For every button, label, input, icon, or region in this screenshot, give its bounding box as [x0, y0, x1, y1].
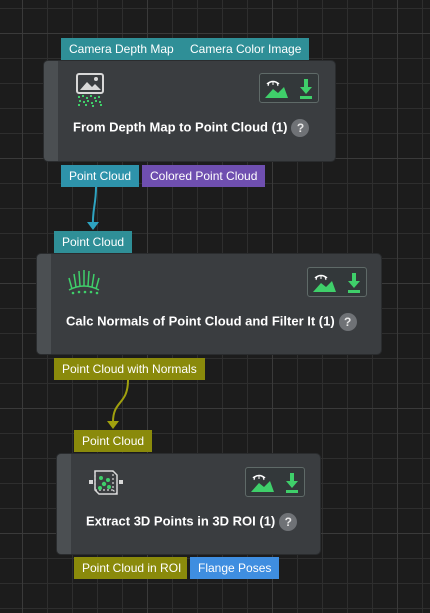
roi-cube-icon	[89, 470, 123, 495]
node-title: From Depth Map to Point Cloud (1)?	[73, 119, 310, 137]
node-depth-to-point-cloud[interactable]: From Depth Map to Point Cloud (1)?	[44, 61, 335, 161]
visualize-icon[interactable]	[265, 80, 288, 99]
node-calc-normals[interactable]: Calc Normals of Point Cloud and Filter I…	[37, 254, 381, 354]
wire-arrow-2	[107, 421, 119, 429]
output-port-point-cloud-with-normals[interactable]: Point Cloud with Normals	[54, 358, 205, 380]
depth-map-icon	[76, 73, 104, 107]
output-port-point-cloud-in-roi[interactable]: Point Cloud in ROI	[74, 557, 187, 579]
input-port-point-cloud[interactable]: Point Cloud	[54, 231, 133, 253]
normals-icon	[68, 270, 100, 295]
help-icon[interactable]: ?	[338, 313, 357, 331]
wire-point-cloud-1[interactable]	[91, 186, 97, 229]
input-port-camera-color-image[interactable]: Camera Color Image	[182, 38, 310, 60]
save-output-icon[interactable]	[300, 79, 312, 99]
node-toolbar	[307, 267, 367, 297]
help-icon[interactable]: ?	[291, 119, 310, 137]
node-extract-3d-roi[interactable]: Extract 3D Points in 3D ROI (1)?	[57, 454, 320, 554]
node-title: Extract 3D Points in 3D ROI (1)?	[86, 513, 298, 531]
node-title-text: From Depth Map to Point Cloud (1)	[73, 119, 288, 135]
node-side-handle[interactable]	[37, 254, 51, 354]
node-toolbar	[259, 73, 319, 103]
node-toolbar	[245, 467, 305, 497]
node-title: Calc Normals of Point Cloud and Filter I…	[66, 313, 357, 331]
visualize-icon[interactable]	[251, 474, 274, 493]
output-port-colored-point-cloud[interactable]: Colored Point Cloud	[142, 165, 266, 187]
visualize-icon[interactable]	[313, 274, 336, 293]
node-title-text: Calc Normals of Point Cloud and Filter I…	[66, 313, 335, 329]
save-output-icon[interactable]	[348, 273, 360, 293]
wire-arrow-1	[87, 222, 99, 230]
save-output-icon[interactable]	[286, 473, 298, 493]
output-port-point-cloud[interactable]: Point Cloud	[61, 165, 140, 187]
node-side-handle[interactable]	[44, 61, 58, 161]
output-port-flange-poses[interactable]: Flange Poses	[190, 557, 280, 579]
node-side-handle[interactable]	[57, 454, 71, 554]
help-icon[interactable]: ?	[279, 513, 298, 531]
input-port-camera-depth-map[interactable]: Camera Depth Map	[61, 38, 182, 60]
input-port-point-cloud[interactable]: Point Cloud	[74, 430, 153, 452]
wire-point-cloud-normals[interactable]	[112, 379, 129, 423]
node-title-text: Extract 3D Points in 3D ROI (1)	[86, 513, 276, 529]
